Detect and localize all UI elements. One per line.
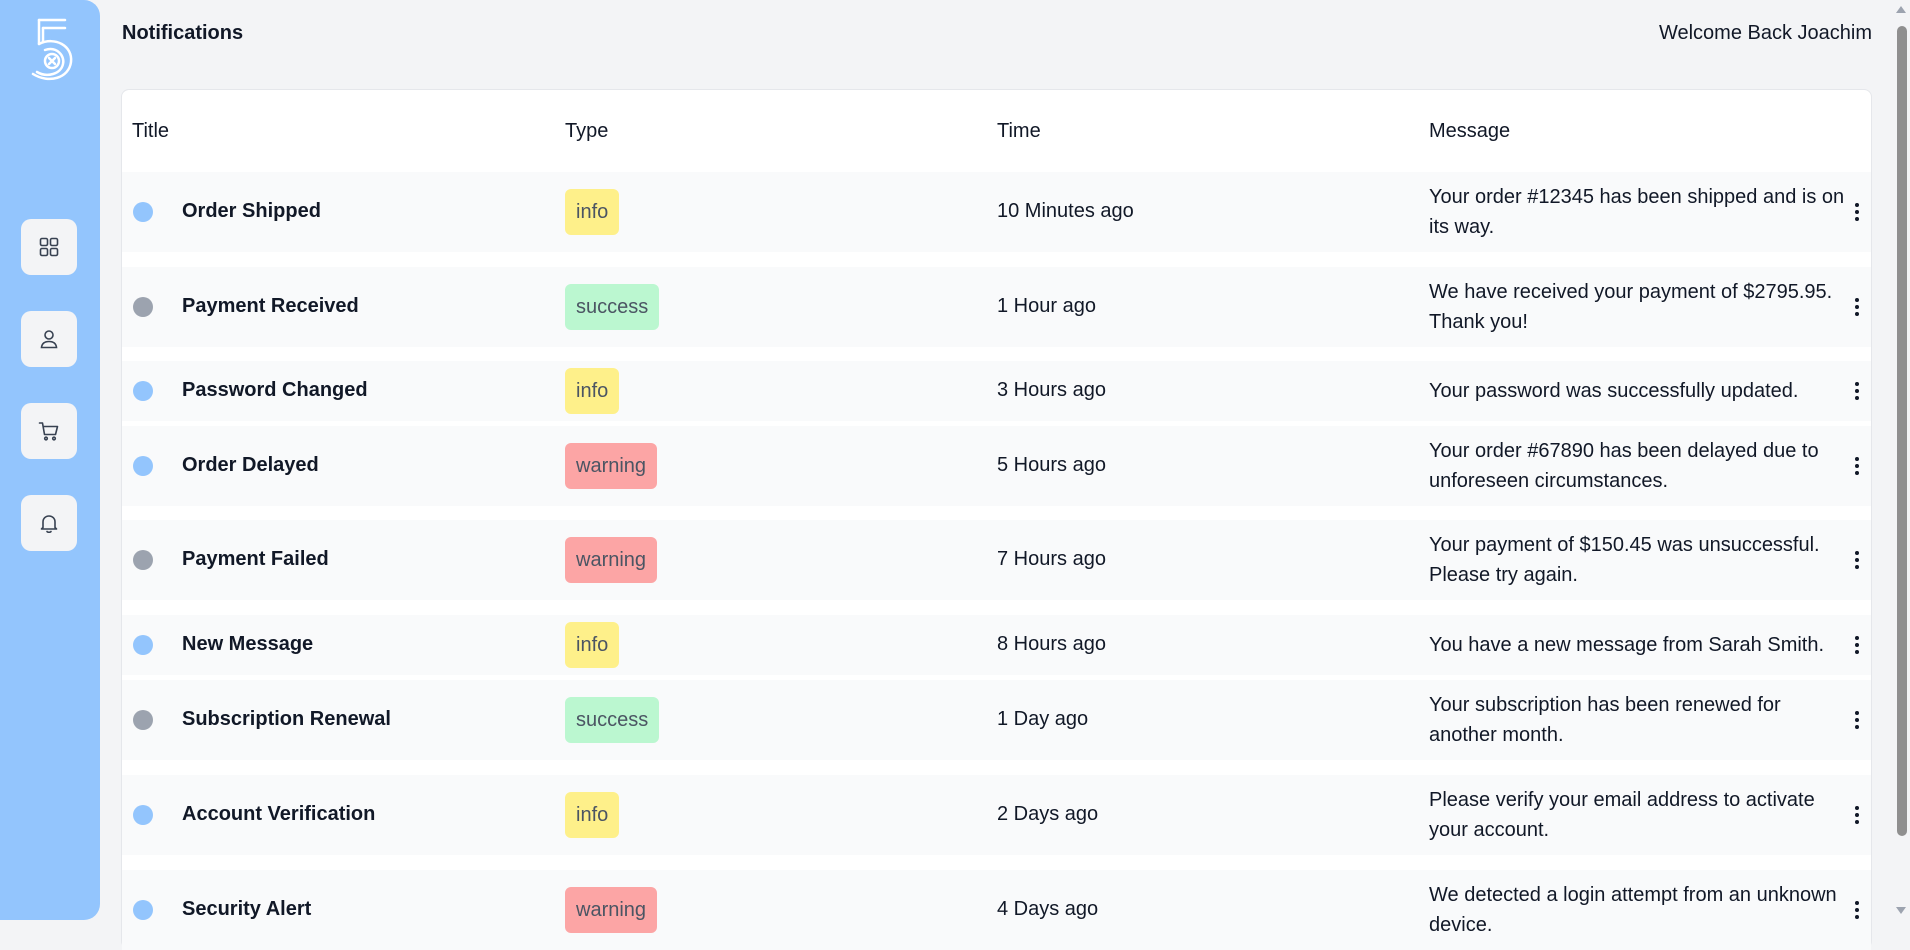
table-row[interactable]: Subscription Renewal success 1 Day ago Your…: [122, 680, 1871, 760]
table-row[interactable]: Payment Failed warning 7 Hours ago Your pay…: [122, 520, 1871, 600]
more-options-icon[interactable]: [1847, 630, 1867, 660]
more-options-icon[interactable]: [1847, 895, 1867, 925]
more-options-icon[interactable]: [1847, 292, 1867, 322]
notification-title: Password Changed: [182, 379, 368, 401]
notification-title: Order Delayed: [182, 454, 319, 476]
type-badge: info: [565, 622, 620, 668]
sidebar-item-cart[interactable]: [21, 403, 77, 459]
logo-icon: [31, 18, 73, 81]
notification-time: 7 Hours ago: [997, 548, 1106, 570]
status-dot: [133, 297, 153, 317]
type-badge: warning: [565, 443, 658, 489]
status-dot: [133, 710, 153, 730]
notification-title: Subscription Renewal: [182, 708, 391, 730]
notification-time: 1 Hour ago: [997, 295, 1096, 317]
scroll-up-icon[interactable]: [1896, 6, 1906, 13]
sidebar-item-profile[interactable]: [21, 311, 77, 367]
notification-time: 5 Hours ago: [997, 454, 1106, 476]
notification-time: 10 Minutes ago: [997, 200, 1134, 222]
type-badge: warning: [565, 537, 658, 583]
table-row[interactable]: Order Delayed warning 5 Hours ago Your orde…: [122, 426, 1871, 506]
notification-title: Payment Received: [182, 295, 359, 317]
sidebar-item-notifications[interactable]: [21, 495, 77, 551]
notification-message: Your order #67890 has been delayed due t…: [1429, 440, 1819, 492]
scrollbar[interactable]: [1892, 0, 1910, 920]
notifications-table: Title Type Time Message Order Shipped inf…: [121, 89, 1872, 950]
table-row[interactable]: Security Alert warning 4 Days ago We detect…: [122, 870, 1871, 950]
notification-message: Your password was successfully updated.: [1429, 380, 1799, 402]
table-row[interactable]: Account Verification info 2 Days ago Please…: [122, 775, 1871, 855]
status-dot: [133, 805, 153, 825]
notification-message: We detected a login attempt from an unkn…: [1429, 884, 1837, 936]
sidebar: [0, 0, 100, 920]
notification-message: Your order #12345 has been shipped and i…: [1429, 186, 1845, 238]
notification-message: Your subscription has been renewed for a…: [1429, 694, 1781, 746]
type-badge: success: [565, 697, 660, 743]
notification-title: Order Shipped: [182, 200, 321, 222]
table-row[interactable]: Order Shipped info 10 Minutes ago Your orde…: [122, 172, 1871, 252]
column-header-message: Message: [1429, 120, 1511, 142]
type-badge: info: [565, 189, 620, 235]
table-row[interactable]: Password Changed info 3 Hours ago Your pass…: [122, 361, 1871, 421]
more-options-icon[interactable]: [1847, 451, 1867, 481]
welcome-text: Welcome Back Joachim: [1658, 22, 1872, 44]
user-icon: [40, 330, 58, 349]
notification-message: Please verify your email address to acti…: [1429, 789, 1815, 841]
column-header-type: Type: [565, 120, 609, 142]
type-badge: warning: [565, 887, 658, 933]
notification-time: 8 Hours ago: [997, 633, 1106, 655]
column-header-time: Time: [997, 120, 1041, 142]
grid-icon: [39, 237, 59, 257]
notification-time: 1 Day ago: [997, 708, 1089, 730]
table-row[interactable]: New Message info 8 Hours ago You have a new…: [122, 615, 1871, 675]
type-badge: info: [565, 368, 620, 414]
notification-message: You have a new message from Sarah Smith.: [1429, 634, 1825, 656]
more-options-icon[interactable]: [1847, 800, 1867, 830]
page-title: Notifications: [122, 22, 244, 44]
status-dot: [133, 456, 153, 476]
more-options-icon[interactable]: [1847, 545, 1867, 575]
notification-message: Your payment of $150.45 was unsuccessful…: [1429, 534, 1820, 586]
more-options-icon[interactable]: [1847, 376, 1867, 406]
status-dot: [133, 635, 153, 655]
notification-title: Security Alert: [182, 898, 312, 920]
more-options-icon[interactable]: [1847, 197, 1867, 227]
notification-title: New Message: [182, 633, 314, 655]
status-dot: [133, 900, 153, 920]
type-badge: success: [565, 284, 660, 330]
more-options-icon[interactable]: [1847, 705, 1867, 735]
notification-title: Account Verification: [182, 803, 376, 825]
notification-time: 4 Days ago: [997, 898, 1099, 920]
column-header-title: Title: [132, 120, 170, 142]
status-dot: [133, 381, 153, 401]
scroll-thumb[interactable]: [1897, 26, 1907, 836]
notification-title: Payment Failed: [182, 548, 329, 570]
scroll-down-icon[interactable]: [1896, 907, 1906, 914]
status-dot: [133, 550, 153, 570]
table-header: Title Type Time Message: [122, 90, 1871, 172]
sidebar-item-dashboard[interactable]: [21, 219, 77, 275]
status-dot: [133, 202, 153, 222]
cart-icon: [38, 422, 59, 441]
notification-time: 3 Hours ago: [997, 379, 1106, 401]
notification-time: 2 Days ago: [997, 803, 1099, 825]
type-badge: info: [565, 792, 620, 838]
table-row[interactable]: Payment Received success 1 Hour ago We have…: [122, 267, 1871, 347]
bell-icon: [40, 515, 58, 534]
notification-message: We have received your payment of $2795.9…: [1429, 281, 1833, 333]
